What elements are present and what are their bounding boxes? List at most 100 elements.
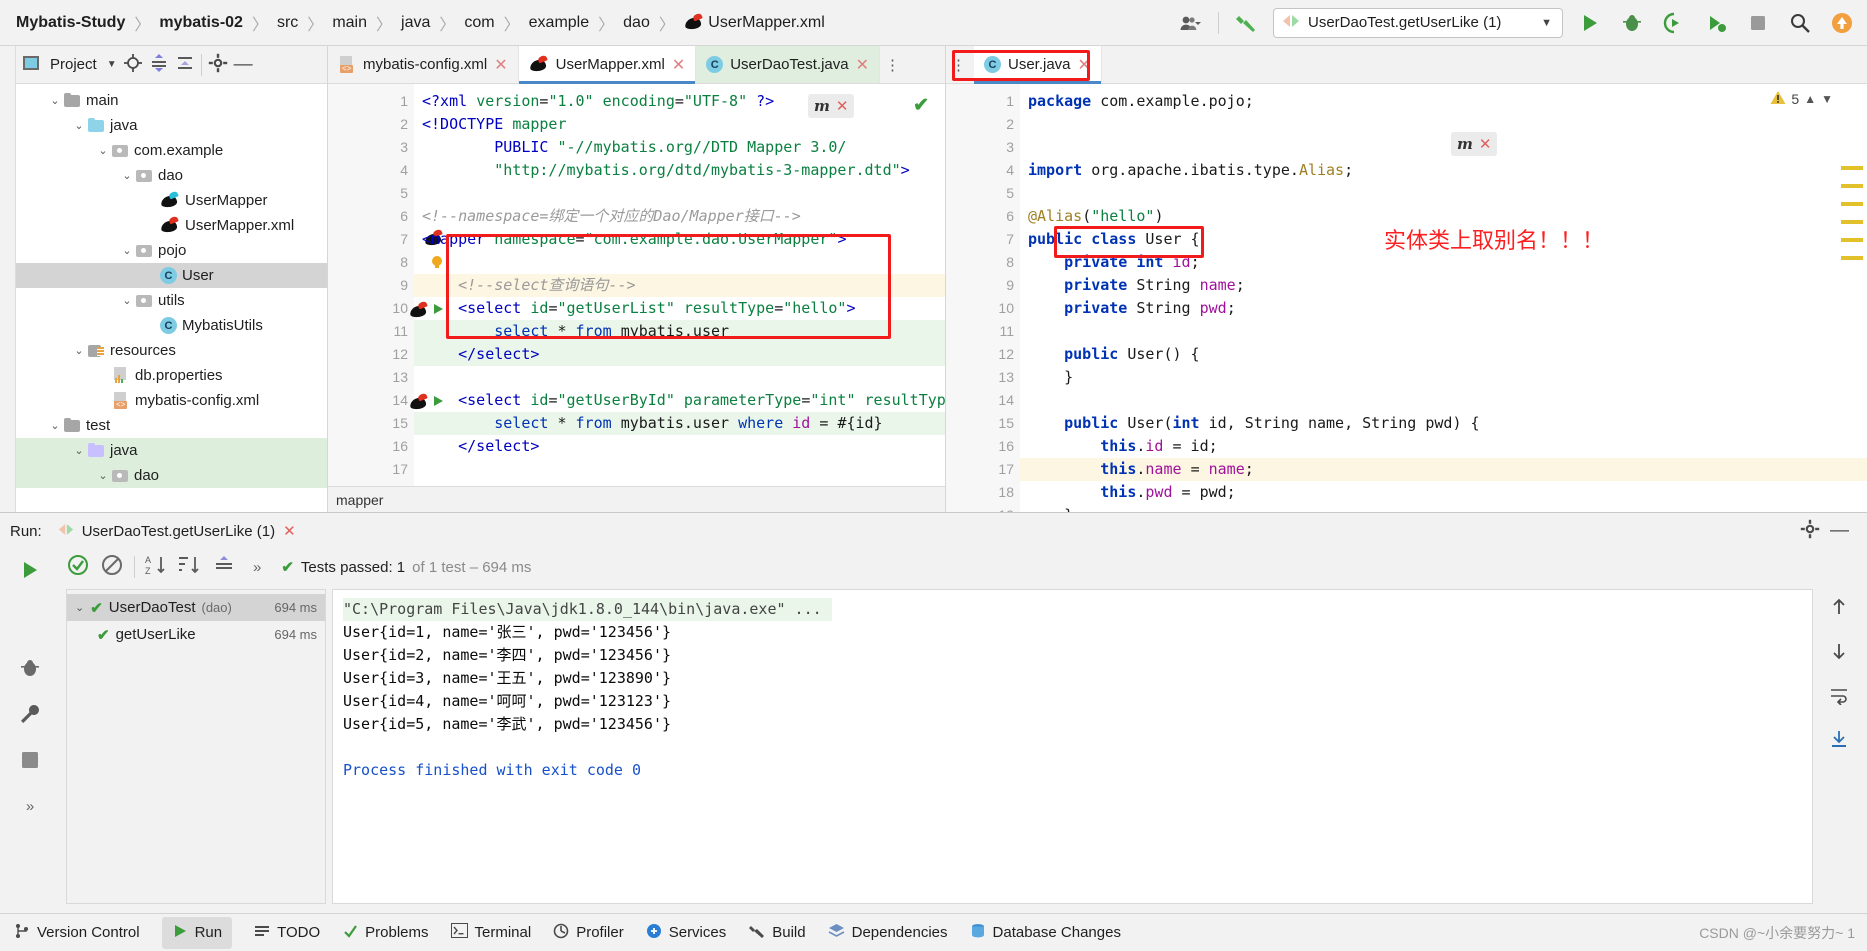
- close-icon[interactable]: ✕: [1479, 135, 1492, 153]
- run-configuration-selector[interactable]: UserDaoTest.getUserLike (1) ▼: [1273, 7, 1563, 38]
- code-line[interactable]: }: [1020, 504, 1867, 512]
- minimize-icon[interactable]: —: [1830, 521, 1857, 540]
- sort-alphabetically-icon[interactable]: AZ: [145, 554, 169, 580]
- more-options-icon[interactable]: ⋮: [880, 46, 906, 83]
- rerun-play-icon[interactable]: [15, 555, 45, 585]
- status-bar-item-run[interactable]: Run: [161, 916, 233, 949]
- close-icon[interactable]: ✕: [1078, 55, 1091, 75]
- status-bar-item-profiler[interactable]: Profiler: [553, 923, 624, 943]
- code-line[interactable]: private String name;: [1020, 274, 1867, 297]
- code-text-right[interactable]: package com.example.pojo; import org.apac…: [1020, 84, 1867, 512]
- test-tree-item-getuserlike[interactable]: ✔ getUserLike 694 ms: [67, 621, 325, 648]
- tab-usermapper-xml[interactable]: UserMapper.xml ✕: [518, 46, 697, 84]
- gear-icon[interactable]: [1800, 519, 1820, 543]
- breadcrumb-item-src[interactable]: src: [271, 14, 304, 32]
- mybatis-popup-left[interactable]: m ✕: [808, 94, 855, 118]
- code-line[interactable]: [414, 458, 945, 481]
- status-bar-item-services[interactable]: Services: [646, 923, 726, 943]
- close-icon[interactable]: ✕: [836, 97, 849, 115]
- error-stripe-marks[interactable]: [1841, 166, 1863, 274]
- run-icon[interactable]: [1575, 8, 1605, 38]
- editor-tab-bar-right[interactable]: ⋮ C User.java ✕: [946, 46, 1867, 84]
- code-line[interactable]: PUBLIC "-//mybatis.org//DTD Mapper 3.0/: [414, 136, 945, 159]
- code-line[interactable]: "http://mybatis.org/dtd/mybatis-3-mapper…: [414, 159, 945, 182]
- gear-icon[interactable]: [208, 53, 228, 77]
- more-options-icon[interactable]: ⋮: [946, 46, 972, 83]
- code-line[interactable]: private String pwd;: [1020, 297, 1867, 320]
- breadcrumb-item-main[interactable]: main: [326, 14, 373, 32]
- tree-item-main[interactable]: ⌄ main: [16, 88, 327, 113]
- code-line[interactable]: [1020, 389, 1867, 412]
- run-side-toolbar[interactable]: »: [0, 549, 60, 910]
- tree-item-usermapper[interactable]: UserMapper: [16, 188, 327, 213]
- close-icon[interactable]: ✕: [856, 55, 869, 75]
- tree-item-java[interactable]: ⌄ java: [16, 438, 327, 463]
- close-icon[interactable]: ✕: [672, 55, 685, 75]
- more-icon[interactable]: »: [15, 791, 45, 821]
- chevron-down-icon[interactable]: ▼: [1541, 17, 1552, 29]
- code-line[interactable]: package com.example.pojo;: [1020, 90, 1867, 113]
- status-bar-item-database-changes[interactable]: Database Changes: [970, 923, 1121, 943]
- inspection-widget[interactable]: 5 ▲ ▼: [1770, 90, 1833, 108]
- status-bar-item-todo[interactable]: TODO: [254, 923, 320, 943]
- code-line[interactable]: this.id = id;: [1020, 435, 1867, 458]
- build-hammer-icon[interactable]: [1231, 8, 1261, 38]
- breadcrumb-item-java[interactable]: java: [395, 14, 436, 32]
- chevron-down-icon[interactable]: ⌄: [118, 294, 136, 307]
- hide-panel-icon[interactable]: —: [234, 55, 253, 74]
- code-line[interactable]: this.pwd = pwd;: [1020, 481, 1867, 504]
- chevron-down-icon[interactable]: ⌄: [75, 601, 84, 614]
- code-line[interactable]: </select>: [414, 435, 945, 458]
- code-view-right[interactable]: 12345678910111213141516171819 package co…: [946, 84, 1867, 512]
- chevron-down-icon[interactable]: ⌄: [46, 419, 64, 432]
- code-line[interactable]: public User() {: [1020, 343, 1867, 366]
- tab-user-java[interactable]: C User.java ✕: [974, 46, 1102, 84]
- scroll-to-end-icon[interactable]: [1829, 729, 1849, 753]
- rerun-icon[interactable]: [66, 553, 90, 581]
- console-side-toolbar[interactable]: [1819, 589, 1859, 904]
- status-bar-item-problems[interactable]: Problems: [342, 923, 429, 943]
- code-line[interactable]: [1020, 320, 1867, 343]
- status-bar-item-terminal[interactable]: Terminal: [450, 923, 531, 942]
- run-session-tab[interactable]: UserDaoTest.getUserLike (1) ✕: [52, 518, 302, 544]
- code-line[interactable]: <select id="getUserById" parameterType="…: [414, 389, 945, 412]
- code-line[interactable]: [414, 366, 945, 389]
- chevron-down-icon[interactable]: ⌄: [46, 94, 64, 107]
- code-line[interactable]: [1020, 182, 1867, 205]
- stop-icon[interactable]: [1743, 8, 1773, 38]
- tree-item-resources[interactable]: ⌄ resources: [16, 338, 327, 363]
- status-bar-item-build[interactable]: Build: [748, 923, 806, 943]
- code-line[interactable]: [414, 251, 945, 274]
- line-number-gutter-left[interactable]: 1 2 3 4 5 6 7 8 9 10 11 12 13 14 15 16 17: [328, 84, 443, 512]
- tree-item-dao[interactable]: ⌄ dao: [16, 463, 327, 488]
- tree-item-usermapper-xml[interactable]: UserMapper.xml: [16, 213, 327, 238]
- stop-icon[interactable]: [15, 745, 45, 775]
- updates-available-icon[interactable]: [1827, 8, 1857, 38]
- breadcrumb-item-dao[interactable]: dao: [617, 14, 656, 32]
- sort-by-duration-icon[interactable]: [179, 554, 203, 580]
- inspection-ok-icon[interactable]: ✔: [913, 94, 929, 117]
- code-line[interactable]: <!DOCTYPE mapper: [414, 113, 945, 136]
- code-view-left[interactable]: 1 2 3 4 5 6 7 8 9 10 11 12 13 14 15 16 17 <?xml version=…: [328, 84, 945, 512]
- code-line[interactable]: <?xml version="1.0" encoding="UTF-8" ?>: [414, 90, 945, 113]
- chevron-down-icon[interactable]: ⌄: [118, 169, 136, 182]
- code-line[interactable]: select * from mybatis.user where id = #{…: [414, 412, 945, 435]
- tree-item-user[interactable]: C User: [16, 263, 327, 288]
- toggle-passed-icon[interactable]: [100, 553, 124, 581]
- chevron-down-icon[interactable]: ⌄: [70, 119, 88, 132]
- mybatis-popup-right[interactable]: m ✕: [1451, 132, 1498, 156]
- search-icon[interactable]: [1785, 8, 1815, 38]
- tree-item-pojo[interactable]: ⌄ pojo: [16, 238, 327, 263]
- collapse-all-icon[interactable]: [175, 53, 195, 77]
- tree-item-utils[interactable]: ⌄ utils: [16, 288, 327, 313]
- next-highlight-icon[interactable]: ▼: [1821, 92, 1833, 106]
- run-with-profiler-icon[interactable]: [1701, 8, 1731, 38]
- test-tree-item-userdaotest[interactable]: ⌄ ✔ UserDaoTest (dao) 694 ms: [67, 594, 325, 621]
- code-line[interactable]: public User(int id, String name, String …: [1020, 412, 1867, 435]
- previous-highlight-icon[interactable]: ▲: [1804, 92, 1816, 106]
- wrench-icon[interactable]: [15, 699, 45, 729]
- editor-tab-bar-left[interactable]: <> mybatis-config.xml ✕ UserMapper.xml ✕ C Use…: [328, 46, 945, 84]
- chevron-down-icon[interactable]: ▼: [107, 59, 117, 70]
- chevron-down-icon[interactable]: ⌄: [118, 244, 136, 257]
- code-line[interactable]: [1020, 136, 1867, 159]
